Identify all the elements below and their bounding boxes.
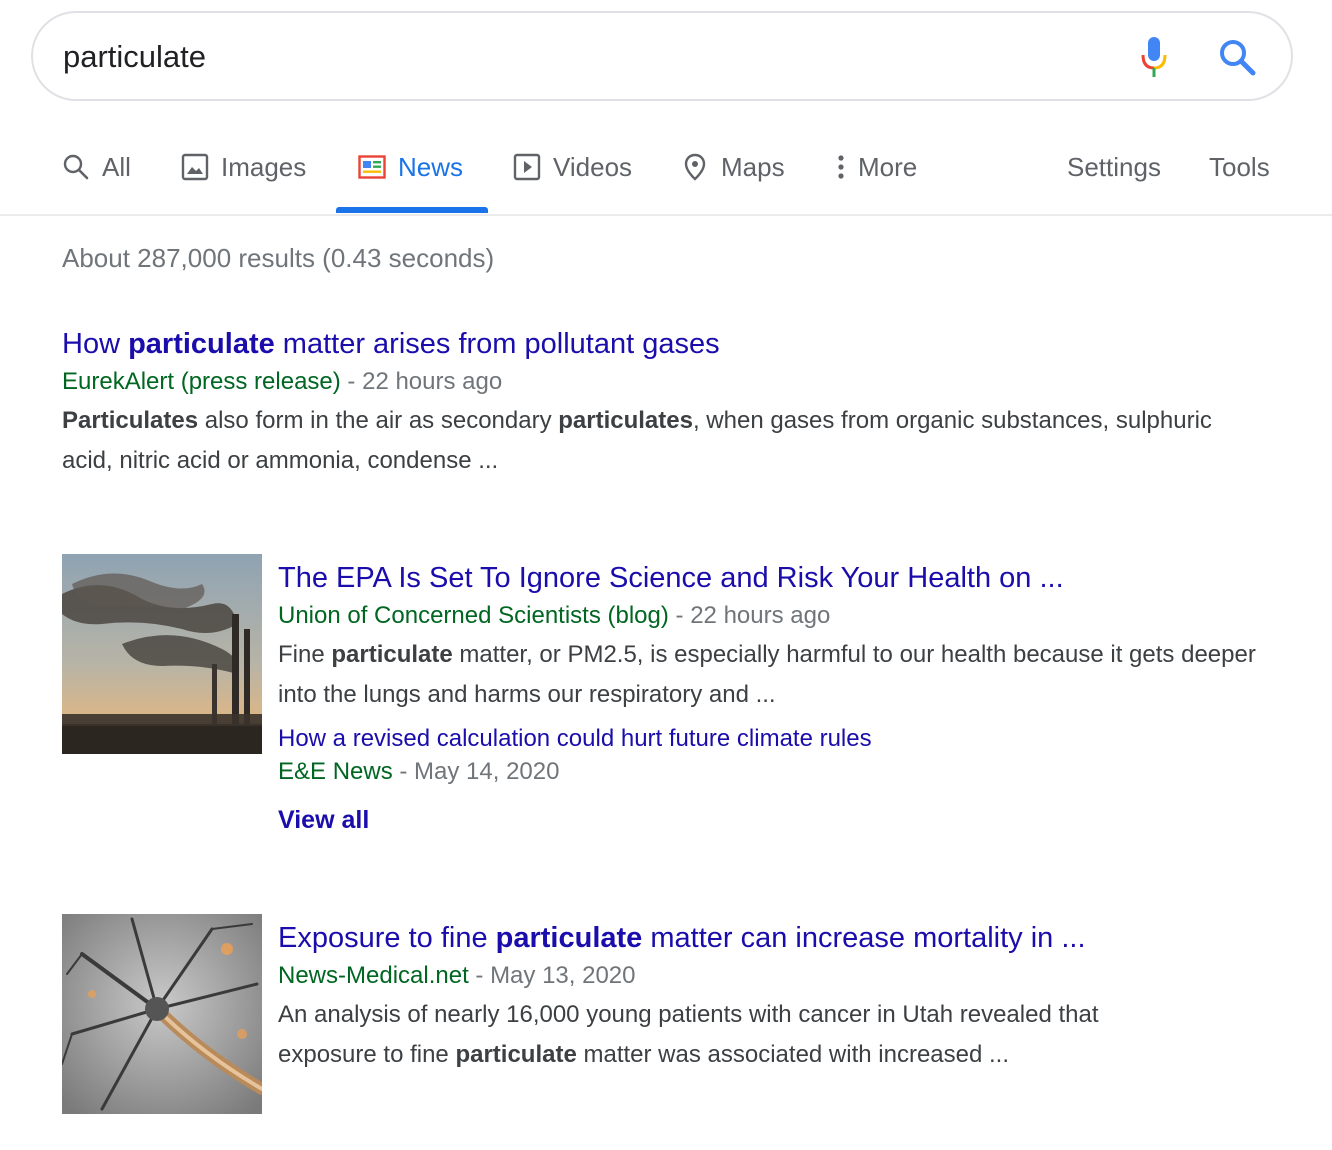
snippet-text: Fine bbox=[278, 641, 332, 668]
news-result: How particulate matter arises from pollu… bbox=[62, 325, 1242, 481]
tab-label: Settings bbox=[1067, 152, 1161, 182]
view-all-link[interactable]: View all bbox=[278, 803, 1278, 837]
result-source: News-Medical.net bbox=[278, 962, 469, 989]
result-source: Union of Concerned Scientists (blog) bbox=[278, 602, 669, 629]
map-pin-icon bbox=[684, 153, 706, 181]
related-story-meta: E&E News - May 14, 2020 bbox=[278, 755, 1278, 789]
tab-images[interactable]: Images bbox=[181, 148, 306, 214]
tab-label: More bbox=[858, 152, 918, 182]
tab-label: Tools bbox=[1209, 152, 1270, 182]
tab-label: Maps bbox=[721, 152, 785, 182]
image-icon bbox=[181, 153, 209, 181]
tab-all[interactable]: All bbox=[62, 148, 131, 214]
snippet-highlight: particulates bbox=[558, 407, 693, 434]
result-title-link[interactable]: Exposure to fine particulate matter can … bbox=[278, 919, 1278, 957]
tab-label: News bbox=[398, 152, 464, 182]
neurons-thumbnail bbox=[62, 914, 262, 1114]
result-time: - May 13, 2020 bbox=[468, 962, 636, 989]
result-snippet: Fine particulate matter, or PM2.5, is es… bbox=[278, 635, 1278, 715]
snippet-text: also form in the air as secondary bbox=[198, 407, 559, 434]
title-text: Exposure to fine bbox=[278, 922, 496, 954]
result-title-link[interactable]: The EPA Is Set To Ignore Science and Ris… bbox=[278, 559, 1278, 597]
result-snippet: Particulates also form in the air as sec… bbox=[62, 401, 1242, 481]
tab-label: Videos bbox=[553, 152, 633, 182]
title-text: matter can increase mortality in ... bbox=[642, 922, 1086, 954]
result-snippet: An analysis of nearly 16,000 young patie… bbox=[278, 995, 1178, 1075]
result-stats: About 287,000 results (0.43 seconds) bbox=[62, 243, 495, 273]
tab-news[interactable]: News bbox=[358, 148, 463, 214]
tab-settings[interactable]: Settings bbox=[1067, 148, 1161, 214]
snippet-highlight: particulate bbox=[331, 641, 453, 668]
result-time: - 22 hours ago bbox=[340, 368, 503, 395]
neurons-image[interactable] bbox=[62, 914, 262, 1114]
search-tabs: All Images News Videos Maps More Setting… bbox=[0, 130, 1332, 216]
result-title-link[interactable]: How particulate matter arises from pollu… bbox=[62, 325, 1242, 363]
title-highlight: particulate bbox=[495, 922, 643, 954]
snippet-highlight: particulate bbox=[455, 1041, 577, 1068]
news-result: The EPA Is Set To Ignore Science and Ris… bbox=[278, 559, 1278, 837]
title-text: How bbox=[62, 328, 129, 360]
search-icon bbox=[63, 154, 89, 180]
related-story-source: E&E News bbox=[278, 758, 393, 785]
more-vertical-icon bbox=[838, 155, 844, 179]
tab-videos[interactable]: Videos bbox=[513, 148, 632, 214]
tab-label: All bbox=[102, 152, 131, 182]
tab-maps[interactable]: Maps bbox=[681, 148, 785, 214]
result-meta: Union of Concerned Scientists (blog) - 2… bbox=[278, 599, 1278, 633]
result-time: - 22 hours ago bbox=[668, 602, 831, 629]
search-box bbox=[31, 11, 1293, 101]
active-tab-indicator bbox=[336, 207, 488, 213]
tab-more[interactable]: More bbox=[834, 148, 917, 214]
title-text: matter arises from pollutant gases bbox=[274, 328, 720, 360]
result-source: EurekAlert (press release) bbox=[62, 368, 341, 395]
news-result: Exposure to fine particulate matter can … bbox=[278, 919, 1278, 1075]
search-input[interactable] bbox=[63, 35, 1063, 79]
search-icon[interactable] bbox=[1215, 35, 1259, 79]
result-meta: EurekAlert (press release) - 22 hours ag… bbox=[62, 365, 1242, 399]
news-icon bbox=[358, 155, 386, 179]
tab-label: Images bbox=[221, 152, 307, 182]
snippet-highlight: Particulates bbox=[62, 407, 199, 434]
smokestacks-image[interactable] bbox=[62, 554, 262, 754]
title-highlight: particulate bbox=[128, 328, 275, 360]
microphone-icon[interactable] bbox=[1139, 35, 1169, 79]
tab-tools[interactable]: Tools bbox=[1209, 148, 1270, 214]
related-story-time: - May 14, 2020 bbox=[392, 758, 560, 785]
snippet-text: matter was associated with increased ... bbox=[576, 1041, 1010, 1068]
result-meta: News-Medical.net - May 13, 2020 bbox=[278, 959, 1278, 993]
related-story-link[interactable]: How a revised calculation could hurt fut… bbox=[278, 723, 1278, 755]
play-icon bbox=[513, 153, 541, 181]
smokestacks-thumbnail bbox=[62, 554, 262, 754]
